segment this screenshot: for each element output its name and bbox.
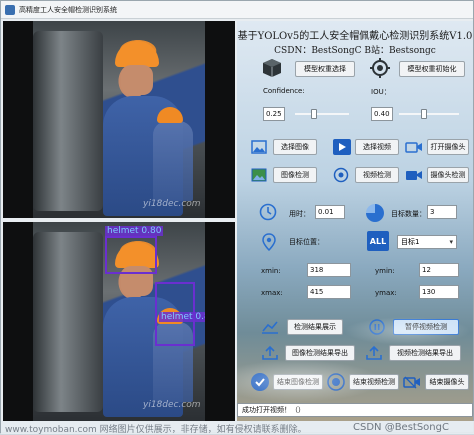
- detection-box: [105, 236, 157, 274]
- count-value: 3: [427, 205, 457, 219]
- iou-label: IOU：: [371, 88, 391, 96]
- stop-video-button[interactable]: 结束视频检测: [349, 374, 399, 390]
- image-icon: [251, 139, 267, 155]
- pause-icon: [369, 319, 385, 335]
- machine-graphic: [33, 31, 103, 211]
- detect-image-button[interactable]: 图像检测: [273, 167, 317, 183]
- window-title: 高精度工人安全帽检测识别系统: [19, 5, 117, 14]
- ymin-label: ymin:: [375, 267, 395, 275]
- video-watermark: yi18dec.com: [143, 400, 201, 410]
- app-heading: 基于YOLOv5的工人安全帽佩戴心检测识别系统V1.0: [237, 31, 473, 42]
- open-camera-button[interactable]: 打开摄像头: [427, 139, 469, 155]
- site-watermark: www.toymoban.com 网络图片仅供展示，非存储，如有侵权请联系删除。: [5, 425, 307, 435]
- title-bar: 高精度工人安全帽检测识别系统: [1, 1, 473, 19]
- stop-icon: [327, 373, 345, 391]
- show-result-button[interactable]: 检测结果展示: [287, 319, 343, 335]
- result-video-frame: helmet 0.80 helmet 0.83 yi18dec.com: [33, 222, 205, 421]
- xmin-label: xmin:: [261, 267, 281, 275]
- check-icon: [251, 373, 269, 391]
- app-icon: [5, 4, 15, 15]
- iou-slider-handle[interactable]: [421, 109, 427, 119]
- csdn-credit: CSDN @BestSongC: [353, 422, 449, 433]
- time-value: 0.01: [315, 205, 345, 219]
- iou-slider[interactable]: [399, 113, 459, 115]
- video-detect-icon: [333, 167, 349, 183]
- ymax-value: 130: [419, 285, 459, 299]
- confidence-slider-handle[interactable]: [311, 109, 317, 119]
- result-video-pane: helmet 0.80 helmet 0.83 yi18dec.com: [3, 222, 235, 421]
- xmax-value: 415: [307, 285, 351, 299]
- control-panel: 基于YOLOv5的工人安全帽佩戴心检测识别系统V1.0 CSDN：BestSon…: [237, 21, 473, 421]
- stop-camera-button[interactable]: 结束摄像头: [425, 374, 469, 390]
- camera-off-icon: [403, 374, 421, 390]
- count-label: 目标数量：: [391, 210, 426, 218]
- video-watermark: yi18dec.com: [143, 199, 201, 209]
- footer-watermark: www.toymoban.com 网络图片仅供展示，非存储，如有侵权请联系删除。…: [1, 421, 474, 435]
- detect-camera-button[interactable]: 摄像头检测: [427, 167, 469, 183]
- export-video-button[interactable]: 视频检测结果导出: [389, 345, 461, 361]
- status-bar: 成功打开视频！（）: [237, 403, 473, 417]
- helmet-graphic: [115, 41, 159, 67]
- image-detect-icon: [251, 167, 267, 183]
- play-icon: [333, 139, 351, 155]
- detect-video-button[interactable]: 视频检测: [355, 167, 399, 183]
- iou-input[interactable]: 0.40: [371, 107, 393, 121]
- pie-chart-icon: [365, 203, 385, 223]
- camera-icon: [405, 139, 423, 155]
- xmin-value: 318: [307, 263, 351, 277]
- author-credit: CSDN：BestSongC B站：Bestsongc: [274, 46, 436, 56]
- source-video-pane: yi18dec.com: [3, 21, 235, 218]
- position-label: 目标位置：: [289, 238, 324, 246]
- xmax-label: xmax:: [261, 289, 283, 297]
- chart-icon: [261, 319, 279, 335]
- machine-graphic: [33, 232, 103, 412]
- init-model-button[interactable]: 模型权重初始化: [399, 61, 465, 77]
- ymax-label: ymax:: [375, 289, 397, 297]
- pause-video-button[interactable]: 暂停视频检测: [393, 319, 459, 335]
- select-video-button[interactable]: 选择视频: [355, 139, 399, 155]
- stop-image-button[interactable]: 结束图像检测: [273, 374, 323, 390]
- clock-icon: [259, 203, 277, 221]
- export-image-button[interactable]: 图像检测结果导出: [285, 345, 355, 361]
- confidence-label: Confidence:: [263, 87, 305, 95]
- select-model-button[interactable]: 模型权重选择: [295, 61, 355, 77]
- detection-label: helmet 0.83: [159, 312, 205, 322]
- target-select[interactable]: 目标1 ▾: [397, 235, 457, 249]
- all-targets-icon: ALL: [367, 231, 389, 251]
- background-worker-graphic: [153, 121, 193, 201]
- status-text: 成功打开视频！（）: [242, 406, 305, 414]
- confidence-input[interactable]: 0.25: [263, 107, 285, 121]
- camera-detect-icon: [405, 167, 423, 183]
- chevron-down-icon: ▾: [449, 238, 453, 246]
- source-video-frame: yi18dec.com: [33, 21, 205, 218]
- select-image-button[interactable]: 选择图像: [273, 139, 317, 155]
- upload-icon: [365, 345, 383, 361]
- background-helmet-graphic: [157, 107, 183, 123]
- confidence-slider[interactable]: [295, 113, 349, 115]
- app-window: 高精度工人安全帽检测识别系统 yi18dec.com helmet 0.80 h…: [0, 0, 474, 435]
- time-label: 用时：: [289, 210, 310, 218]
- detection-label: helmet 0.80: [105, 226, 164, 236]
- ymin-value: 12: [419, 263, 459, 277]
- cube-icon: [261, 57, 283, 79]
- target-icon: [369, 57, 391, 79]
- location-pin-icon: [261, 233, 277, 251]
- upload-icon: [261, 345, 279, 361]
- face-graphic: [121, 65, 153, 95]
